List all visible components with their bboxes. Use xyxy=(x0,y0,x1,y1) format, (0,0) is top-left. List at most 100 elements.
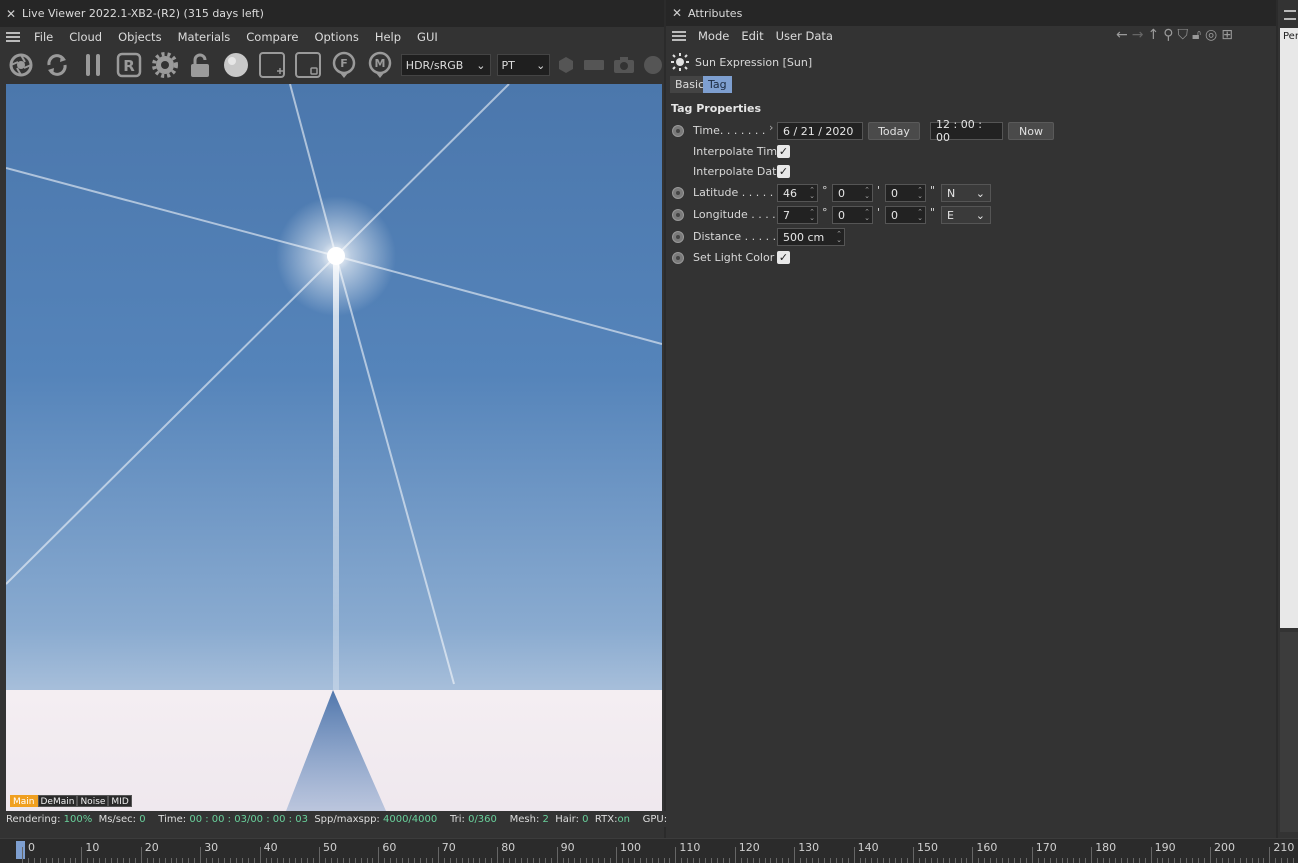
timeline-tick-mark xyxy=(616,847,617,863)
pause-icon[interactable] xyxy=(78,50,108,80)
material-sphere-icon[interactable] xyxy=(221,50,251,80)
longitude-direction-select[interactable]: E ⌄ xyxy=(941,206,991,224)
new-panel-icon[interactable]: ⊞ xyxy=(1221,27,1233,43)
now-button[interactable]: Now xyxy=(1008,122,1054,140)
spinner-icon[interactable]: ⌃ ⌄ xyxy=(864,209,870,222)
spinner-icon[interactable]: ⌃ ⌄ xyxy=(836,231,842,244)
status-rtx-label: RTX: xyxy=(594,813,618,825)
perspective-viewport[interactable]: Per xyxy=(1280,28,1298,628)
animate-longitude-radio[interactable] xyxy=(672,209,684,221)
circle-icon[interactable] xyxy=(642,50,664,80)
pass-mid[interactable]: MID xyxy=(108,795,132,807)
timeline-tick-mark xyxy=(823,858,825,863)
timeline-tick-label: 160 xyxy=(976,841,998,854)
target-icon[interactable]: ◎ xyxy=(1205,27,1217,43)
focus-pin-icon[interactable]: F xyxy=(329,50,359,80)
menu-gui[interactable]: GUI xyxy=(409,30,446,44)
hamburger-menu-icon[interactable] xyxy=(1284,10,1296,20)
set-light-color-checkbox[interactable]: ✓ xyxy=(777,251,790,264)
region-select-icon[interactable] xyxy=(293,50,323,80)
spinner-icon[interactable]: ⌃ ⌄ xyxy=(917,187,923,200)
longitude-minutes-field[interactable]: 0 ⌃ ⌄ xyxy=(832,206,873,224)
menu-user-data[interactable]: User Data xyxy=(770,29,839,43)
spinner-icon[interactable]: ⌃ ⌄ xyxy=(917,209,923,222)
timeline-tick-mark xyxy=(301,858,303,863)
timeline-tick-mark xyxy=(990,858,992,863)
close-icon[interactable]: ✕ xyxy=(666,6,688,20)
hamburger-menu-icon[interactable] xyxy=(0,32,26,42)
timeline-tick-mark xyxy=(1126,858,1128,863)
timeline-tick-mark xyxy=(1091,847,1093,863)
menu-objects[interactable]: Objects xyxy=(110,30,169,44)
aperture-icon[interactable] xyxy=(6,50,36,80)
hexagon-icon[interactable] xyxy=(556,50,576,80)
latitude-degrees-field[interactable]: 46 ⌃ ⌄ xyxy=(777,184,818,202)
menu-help[interactable]: Help xyxy=(367,30,409,44)
timeline-ruler[interactable]: 0 10 20 30 40 50 60 70 80 90 100 110 120 130 140 150 160… xyxy=(0,838,1298,863)
menu-file[interactable]: File xyxy=(26,30,61,44)
film-icon[interactable] xyxy=(582,50,606,80)
up-arrow-icon[interactable]: ↑ xyxy=(1147,27,1159,43)
spinner-icon[interactable]: ⌃ ⌄ xyxy=(809,209,815,222)
animate-time-radio[interactable] xyxy=(672,125,684,137)
timeline-playhead[interactable] xyxy=(16,841,25,859)
longitude-minutes-value: 0 xyxy=(838,208,845,222)
lock-icon[interactable]: 🔓︎ xyxy=(1192,27,1201,43)
timeline-tick-mark xyxy=(117,858,119,863)
spinner-icon[interactable]: ⌃ ⌄ xyxy=(809,187,815,200)
date-field[interactable]: 6 / 21 / 2020 xyxy=(777,122,863,140)
interpolate-date-checkbox[interactable]: ✓ xyxy=(777,165,790,178)
viewer-titlebar: ✕ Live Viewer 2022.1-XB2-(R2) (315 days … xyxy=(0,0,664,27)
hamburger-menu-icon[interactable] xyxy=(666,31,692,41)
pass-main[interactable]: Main xyxy=(10,795,38,807)
animate-light-color-radio[interactable] xyxy=(672,252,684,264)
pass-noise[interactable]: Noise xyxy=(77,795,109,807)
timeline-tick-mark xyxy=(1227,858,1229,863)
timeline-tick-mark xyxy=(835,858,837,863)
timeline-tick-mark xyxy=(580,858,582,863)
camera-icon[interactable] xyxy=(612,50,636,80)
close-icon[interactable]: ✕ xyxy=(0,7,22,21)
timeline-tick-mark xyxy=(1049,858,1051,863)
spinner-icon[interactable]: ⌃ ⌄ xyxy=(864,187,870,200)
animate-distance-radio[interactable] xyxy=(672,231,684,243)
menu-cloud[interactable]: Cloud xyxy=(61,30,110,44)
tab-tag[interactable]: Tag xyxy=(703,76,732,93)
timeline-tick-mark xyxy=(1031,847,1033,863)
timeline-tick-mark xyxy=(259,847,261,863)
chevron-right-icon[interactable]: › xyxy=(769,121,773,134)
clock-field[interactable]: 12 : 00 : 00 xyxy=(930,118,1003,144)
color-mode-select[interactable]: HDR/sRGB ⌄ xyxy=(400,54,491,76)
latitude-seconds-field[interactable]: 0 ⌃ ⌄ xyxy=(885,184,926,202)
menu-edit[interactable]: Edit xyxy=(735,29,769,43)
status-spp-value: 4000/4000 xyxy=(382,813,438,825)
add-region-icon[interactable] xyxy=(257,50,287,80)
distance-field[interactable]: 500 cm ⌃ ⌄ xyxy=(777,228,845,246)
render-viewport[interactable]: Main DeMain Noise MID xyxy=(6,84,662,811)
search-icon[interactable]: ⚲ xyxy=(1163,27,1173,43)
menu-options[interactable]: Options xyxy=(306,30,366,44)
kernel-select[interactable]: PT ⌄ xyxy=(496,54,551,76)
latitude-minutes-field[interactable]: 0 ⌃ ⌄ xyxy=(832,184,873,202)
timeline-tick-mark xyxy=(182,858,184,863)
render-region-icon[interactable]: R xyxy=(114,50,144,80)
longitude-degrees-field[interactable]: 7 ⌃ ⌄ xyxy=(777,206,818,224)
menu-compare[interactable]: Compare xyxy=(238,30,306,44)
latitude-direction-select[interactable]: N ⌄ xyxy=(941,184,991,202)
longitude-seconds-field[interactable]: 0 ⌃ ⌄ xyxy=(885,206,926,224)
filter-icon[interactable]: ⛉ xyxy=(1177,27,1188,43)
settings-gear-icon[interactable] xyxy=(150,50,180,80)
material-pin-icon[interactable]: M xyxy=(365,50,395,80)
interpolate-time-checkbox[interactable]: ✓ xyxy=(777,145,790,158)
today-button[interactable]: Today xyxy=(868,122,920,140)
back-arrow-icon[interactable]: ← xyxy=(1116,27,1128,43)
timeline-tick-mark xyxy=(146,858,148,863)
forward-arrow-icon[interactable]: → xyxy=(1132,27,1144,43)
menu-mode[interactable]: Mode xyxy=(692,29,735,43)
menu-materials[interactable]: Materials xyxy=(170,30,239,44)
pass-demain[interactable]: DeMain xyxy=(37,795,78,807)
animate-latitude-radio[interactable] xyxy=(672,187,684,199)
timeline-tick-mark xyxy=(87,858,89,863)
lock-icon[interactable] xyxy=(185,50,215,80)
refresh-icon[interactable] xyxy=(42,50,72,80)
